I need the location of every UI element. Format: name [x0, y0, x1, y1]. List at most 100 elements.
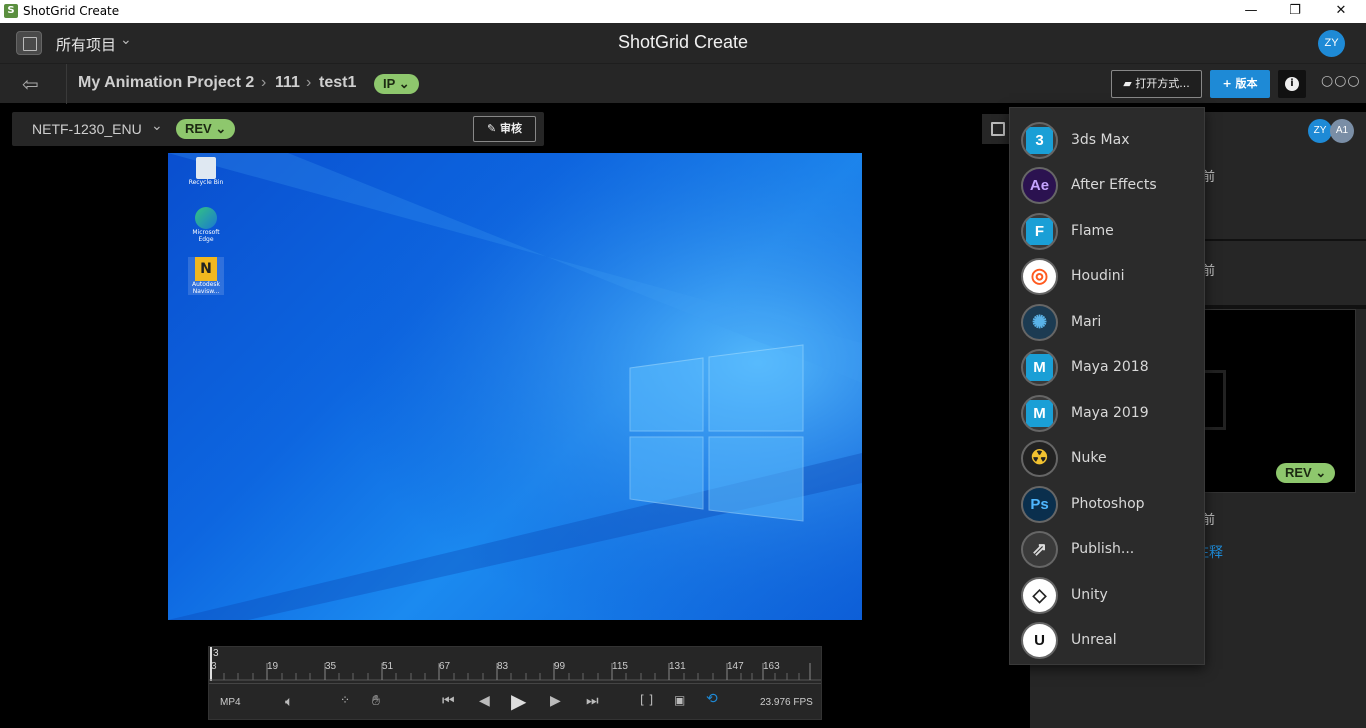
chevron-down-icon[interactable]: ⌄: [151, 118, 163, 134]
menu-item-label: Unreal: [1071, 632, 1117, 648]
menu-item-unreal[interactable]: U Unreal: [1010, 618, 1206, 662]
bin-graphic: [196, 157, 216, 179]
playback-timeline: 3 3 19 35 51 67 83 99 115 131 147 163 MP…: [208, 646, 822, 720]
frame-view-icon[interactable]: ▣: [674, 693, 685, 707]
menu-item-3ds-max[interactable]: 3 3ds Max: [1010, 118, 1206, 162]
user-avatar[interactable]: A1: [1330, 119, 1354, 143]
window-title: ShotGrid Create: [23, 4, 120, 18]
version-status-badge[interactable]: REV ⌄: [176, 119, 236, 139]
back-arrow-icon[interactable]: ⇦: [22, 72, 39, 96]
app-icon: S: [4, 4, 18, 18]
3dsmax-icon: 3: [1021, 122, 1058, 159]
publish-icon: ⇗: [1021, 531, 1058, 568]
fullscreen-icon: [991, 122, 1005, 136]
more-options-icon[interactable]: ○○○: [1321, 73, 1361, 89]
tick-label: 147: [727, 661, 744, 672]
close-button[interactable]: ✕: [1318, 0, 1364, 23]
media-format-label: MP4: [220, 697, 241, 708]
maya-icon: M: [1021, 395, 1058, 432]
menu-item-after-effects[interactable]: Ae After Effects: [1010, 163, 1206, 207]
media-viewer[interactable]: Recycle Bin Microsoft Edge N Autodesk Na…: [168, 153, 862, 620]
flame-icon: F: [1021, 213, 1058, 250]
unity-icon: ◇: [1021, 577, 1058, 614]
minimize-button[interactable]: —: [1228, 0, 1274, 23]
play-icon[interactable]: ▶︎: [511, 689, 526, 713]
menu-item-maya-2019[interactable]: M Maya 2019: [1010, 391, 1206, 435]
user-avatar[interactable]: ZY: [1308, 119, 1332, 143]
menu-item-label: Photoshop: [1071, 496, 1145, 512]
nuke-icon: ☢: [1021, 440, 1058, 477]
tick-label: 83: [497, 661, 509, 672]
breadcrumb-project[interactable]: My Animation Project 2: [78, 74, 254, 92]
after-effects-icon: Ae: [1021, 167, 1058, 204]
window-titlebar: S ShotGrid Create — ❐ ✕: [0, 0, 1366, 23]
menu-item-label: Nuke: [1071, 450, 1107, 466]
timeline-scrubber[interactable]: 3 3 19 35 51 67 83 99 115 131 147 163: [209, 647, 821, 681]
review-label: 审核: [500, 122, 523, 135]
menu-item-label: 3ds Max: [1071, 132, 1130, 148]
tick-label: 67: [439, 661, 451, 672]
breadcrumb-task[interactable]: test1: [319, 74, 356, 92]
folder-icon: ▰: [1123, 77, 1132, 90]
desktop-icon-label: Recycle Bin: [188, 179, 224, 186]
in-out-range-icon[interactable]: [ ]: [640, 693, 653, 707]
tick-label: 163: [763, 661, 780, 672]
fullscreen-button[interactable]: [982, 114, 1012, 144]
chevron-down-icon: ⌄: [1315, 465, 1327, 480]
step-back-icon[interactable]: ◀︎: [479, 693, 490, 709]
open-with-label: 打开方式...: [1135, 77, 1190, 90]
version-status-badge[interactable]: REV ⌄: [1276, 463, 1336, 483]
skip-start-icon[interactable]: ⏮︎: [442, 693, 455, 709]
review-button[interactable]: ✎ 审核: [473, 116, 536, 142]
status-label: IP: [383, 76, 396, 91]
edge-icon[interactable]: Microsoft Edge: [188, 207, 224, 243]
step-forward-icon[interactable]: ▶︎: [550, 693, 561, 709]
edge-graphic: [195, 207, 217, 229]
fps-label: 23.976 FPS: [760, 697, 813, 708]
breadcrumb-shot[interactable]: 111: [275, 74, 300, 92]
divider: [66, 64, 67, 104]
volume-icon[interactable]: 🔈︎: [285, 694, 293, 710]
menu-item-mari[interactable]: ✺ Mari: [1010, 300, 1206, 344]
menu-item-nuke[interactable]: ☢ Nuke: [1010, 436, 1206, 480]
open-with-button[interactable]: ▰ 打开方式...: [1111, 70, 1202, 98]
status-label: REV: [1285, 465, 1312, 480]
menu-item-unity[interactable]: ◇ Unity: [1010, 573, 1206, 617]
restore-button[interactable]: ❐: [1272, 0, 1318, 23]
chevron-down-icon: ⌄: [215, 121, 227, 136]
menu-item-photoshop[interactable]: Ps Photoshop: [1010, 482, 1206, 526]
breadcrumb-separator: ›: [306, 74, 312, 91]
tick-label: 99: [554, 661, 566, 672]
menu-item-label: Mari: [1071, 314, 1102, 330]
loading-dots-icon[interactable]: ⁘: [340, 693, 350, 707]
chevron-down-icon: ⌄: [398, 76, 410, 91]
divider: [209, 683, 821, 684]
breadcrumb-separator: ›: [261, 74, 267, 91]
menu-item-label: Unity: [1071, 587, 1108, 603]
breadcrumb-bar: ⇦ My Animation Project 2 › 111 › test1 I…: [0, 63, 1366, 104]
menu-item-label: Houdini: [1071, 268, 1125, 284]
task-status-badge[interactable]: IP ⌄: [374, 74, 419, 94]
menu-item-publish[interactable]: ⇗ Publish...: [1010, 527, 1206, 571]
user-avatar[interactable]: ZY: [1318, 30, 1345, 57]
navisworks-icon[interactable]: N Autodesk Navisw...: [188, 257, 224, 295]
hand-pan-icon[interactable]: ✋︎: [372, 693, 380, 709]
loop-icon[interactable]: ⟲: [706, 691, 718, 707]
info-button[interactable]: i: [1278, 70, 1306, 98]
add-version-button[interactable]: + 版本: [1210, 70, 1270, 98]
recycle-bin-icon[interactable]: Recycle Bin: [188, 157, 224, 186]
tick-label: 51: [382, 661, 394, 672]
pencil-icon: ✎: [486, 122, 497, 135]
skip-end-icon[interactable]: ⏭︎: [586, 693, 599, 709]
version-dropdown[interactable]: NETF-1230_ENU: [32, 121, 142, 137]
desktop-wallpaper: [168, 153, 862, 620]
maya-icon: M: [1021, 349, 1058, 386]
menu-item-maya-2018[interactable]: M Maya 2018: [1010, 345, 1206, 389]
info-icon: i: [1285, 77, 1299, 91]
version-label: 版本: [1235, 77, 1258, 90]
tick-label: 131: [669, 661, 686, 672]
menu-item-flame[interactable]: F Flame: [1010, 209, 1206, 253]
tick-label: 3: [211, 661, 217, 672]
menu-item-houdini[interactable]: ◎ Houdini: [1010, 254, 1206, 298]
plus-icon: +: [1222, 77, 1232, 90]
